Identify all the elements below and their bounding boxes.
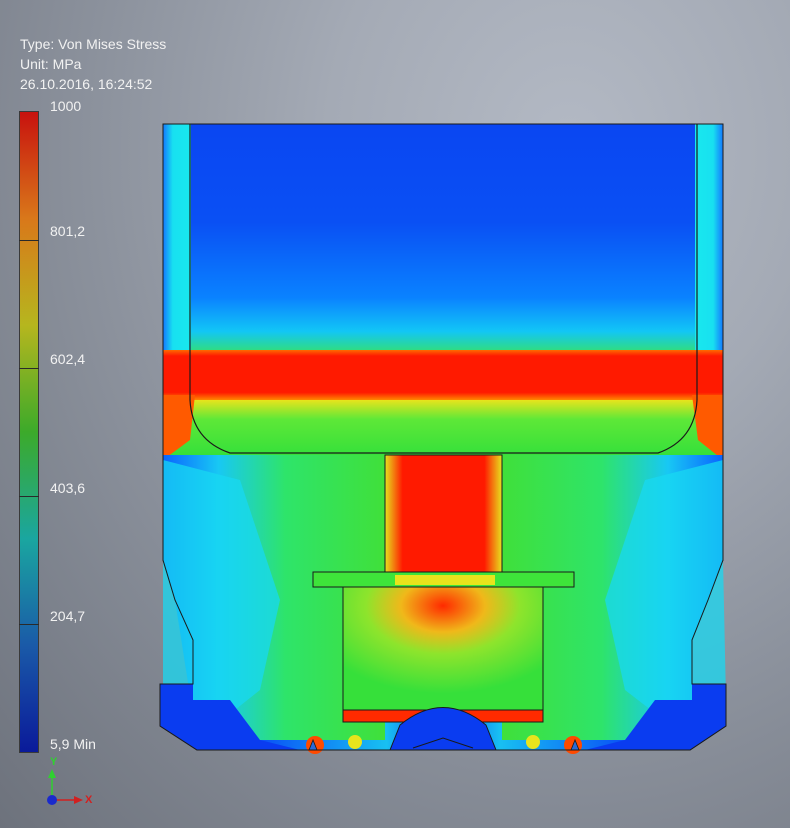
flange-plate-yellow [395,575,495,585]
x-axis-arrow [74,796,83,804]
z-axis-origin [47,795,57,805]
hotspot-left-inner [348,735,362,749]
high-stress-band [163,350,723,400]
below-band-region [163,400,723,455]
side-strip-left [163,124,191,364]
y-axis-arrow [48,769,56,778]
x-axis-label: X [85,794,93,806]
hotspot-right-inner [526,735,540,749]
lower-block [342,586,544,713]
side-strip-right [695,124,723,364]
coordinate-triad: Y X [40,756,100,818]
y-axis-label: Y [50,756,58,768]
stem [384,454,503,574]
stress-contour-model[interactable] [0,0,790,828]
